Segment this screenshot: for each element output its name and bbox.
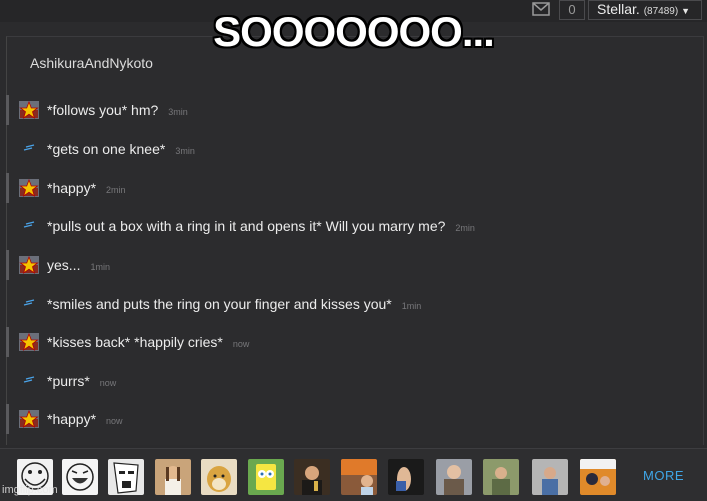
message-timestamp: now xyxy=(232,339,250,349)
message-timestamp: 3min xyxy=(168,107,188,117)
message-text: *kisses back* *happily cries* xyxy=(47,334,223,350)
chat-title: AshikuraAndNykoto xyxy=(30,55,153,71)
message-text: *follows you* hm? xyxy=(47,102,159,118)
more-button[interactable]: MORE xyxy=(643,468,684,483)
message-text: *purrs* xyxy=(47,373,90,389)
meme-thumbnail-bernie[interactable] xyxy=(436,459,472,495)
meme-thumbnail-hand[interactable] xyxy=(388,459,424,495)
chat-message: yes... 1min xyxy=(6,250,696,280)
dash-avatar-icon xyxy=(23,221,35,228)
meme-thumbnail-guy[interactable] xyxy=(532,459,568,495)
dash-avatar-icon xyxy=(23,299,35,306)
message-text: *smiles and puts the ring on your finger… xyxy=(47,296,392,312)
message-timestamp: 1min xyxy=(90,262,110,272)
message-text: yes... xyxy=(47,257,81,273)
message-timestamp: 1min xyxy=(401,301,422,311)
message-timestamp: 2min xyxy=(106,185,126,195)
chat-message: *happy* now xyxy=(6,404,696,434)
meme-caption: SOOOOOOO... xyxy=(213,8,495,55)
star-avatar-icon xyxy=(19,101,39,119)
chat-message: *happy* 2min xyxy=(6,173,696,203)
chat-message: *kisses back* *happily cries* now xyxy=(6,327,696,357)
chat-message: *pulls out a box with a ring in it and o… xyxy=(6,211,696,241)
chat-message: *smiles and puts the ring on your finger… xyxy=(6,289,696,319)
meme-thumbnail-lol-face[interactable] xyxy=(62,459,98,495)
meme-thumbnail-jesus[interactable] xyxy=(155,459,191,495)
meme-thumbnail-spongebob[interactable] xyxy=(248,459,284,495)
meme-thumbnail-batman-slap[interactable] xyxy=(580,459,616,495)
meme-thumbnail-disaster-girl[interactable] xyxy=(341,459,377,495)
star-avatar-icon xyxy=(19,410,39,428)
message-text: *gets on one knee* xyxy=(47,141,166,157)
message-timestamp: now xyxy=(99,378,117,388)
meme-thumbnail-y-u-no-face[interactable] xyxy=(108,459,144,495)
star-avatar-icon xyxy=(19,179,39,197)
dash-avatar-icon xyxy=(23,144,35,151)
meme-thumbnail-leonardo[interactable] xyxy=(294,459,330,495)
dash-avatar-icon xyxy=(23,376,35,383)
watermark: imgflip.com xyxy=(2,484,58,496)
message-text: *happy* xyxy=(47,411,97,427)
message-text: *pulls out a box with a ring in it and o… xyxy=(47,218,446,234)
chat-message: *follows you* hm? 3min xyxy=(6,95,696,125)
chat-message: *purrs* now xyxy=(6,366,696,396)
message-timestamp: 3min xyxy=(175,146,195,156)
message-timestamp: 2min xyxy=(455,223,475,233)
meme-thumbnail-doge[interactable] xyxy=(201,459,237,495)
meme-thumbnail-soldier[interactable] xyxy=(483,459,519,495)
message-timestamp: now xyxy=(106,416,123,426)
chat-message: *gets on one knee* 3min xyxy=(6,134,696,164)
star-avatar-icon xyxy=(19,333,39,351)
star-avatar-icon xyxy=(19,256,39,274)
message-text: *happy* xyxy=(47,180,97,196)
